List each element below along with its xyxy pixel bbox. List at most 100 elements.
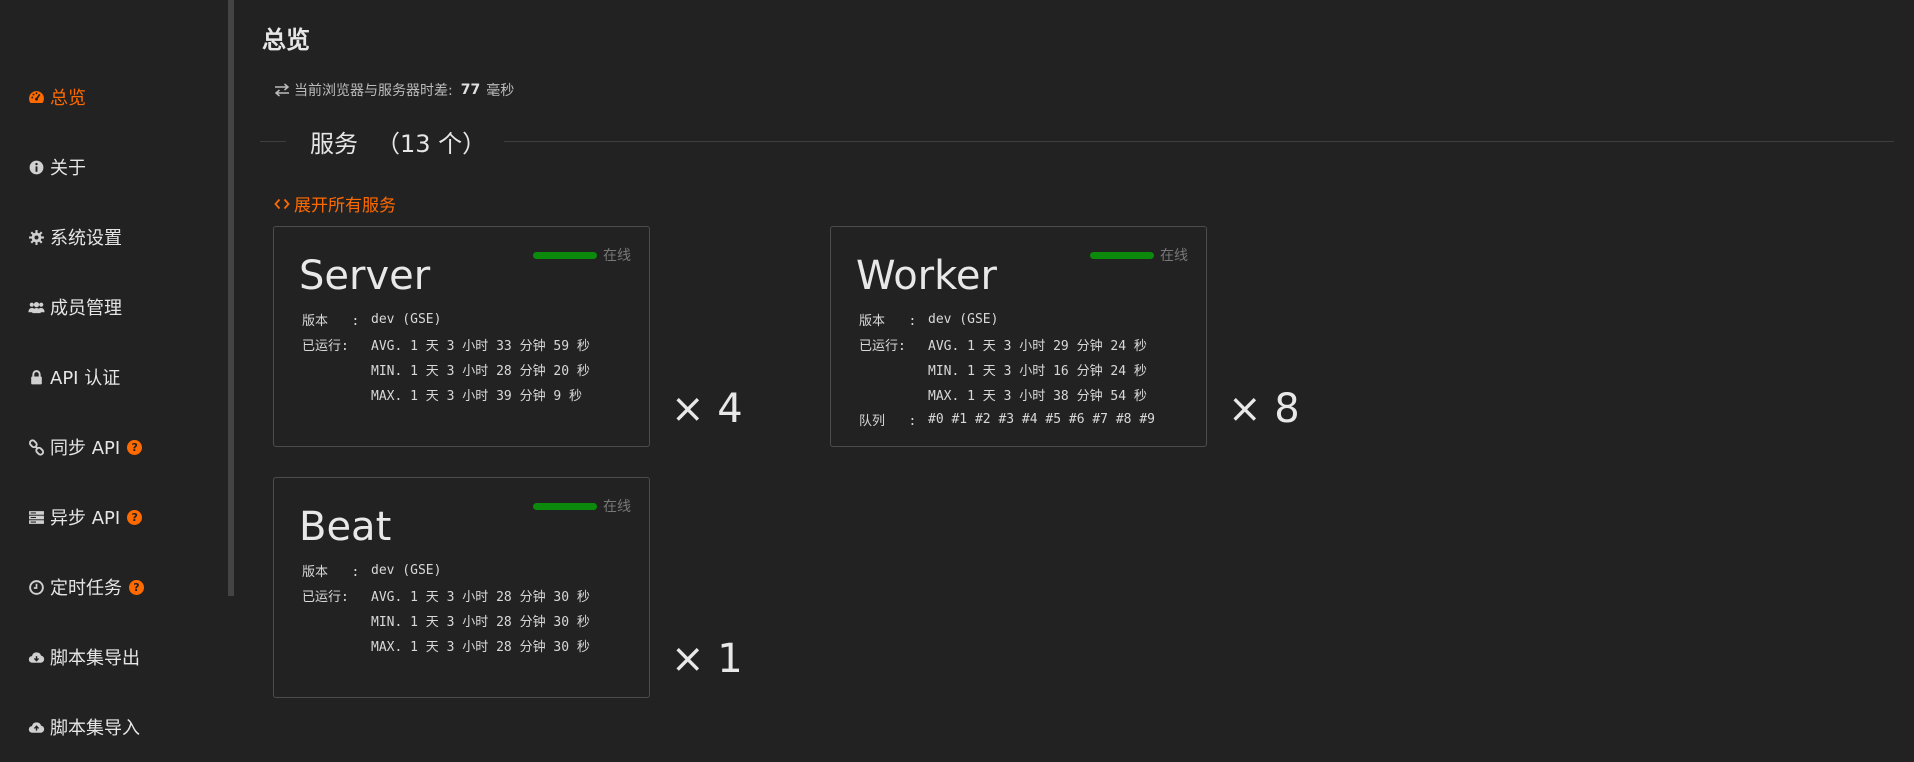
uptime-max: MAX. 1 天 3 小时 38 分钟 54 秒 [928,389,1147,404]
sidebar-item-cron-jobs[interactable]: 定时任务 ? [26,552,144,622]
colon: : [908,314,917,329]
sidebar-item-label: 定时任务 [50,578,122,599]
server-icon [26,507,46,527]
help-icon[interactable]: ? [127,509,143,525]
sidebar-item-members[interactable]: 成员管理 [26,272,144,342]
uptime-min: MIN. 1 天 3 小时 16 分钟 24 秒 [928,364,1147,379]
sidebar-nav: 总览 关于 系统设置 成员管理 API 认证 同步 API ? 异步 API ?… [26,62,144,762]
cloud-download-icon [26,647,46,667]
sidebar-item-label: 脚本集导入 [50,718,140,739]
help-icon[interactable]: ? [127,439,143,455]
section-title: 服务 （13 个） [310,124,486,159]
expand-all-services-link[interactable]: 展开所有服务 [274,191,396,216]
uptime-avg: AVG. 1 天 3 小时 29 分钟 24 秒 [928,339,1147,354]
time-diff: 当前浏览器与服务器时差: 77 毫秒 [274,80,514,100]
sidebar-item-label: 系统设置 [50,228,122,249]
service-card-beat: 在线 Beat 版本 : dev (GSE) 已运行: AVG. 1 天 3 小时 … [273,477,650,698]
uptime-min: MIN. 1 天 3 小时 28 分钟 30 秒 [371,615,590,630]
sidebar-item-overview[interactable]: 总览 [26,62,144,132]
uptime-avg: AVG. 1 天 3 小时 28 分钟 30 秒 [371,590,590,605]
status-label: 在线 [603,499,631,515]
uptime-avg: AVG. 1 天 3 小时 33 分钟 59 秒 [371,339,590,354]
time-diff-value: 77 [460,82,481,98]
expand-all-label: 展开所有服务 [294,196,396,216]
sidebar-item-async-api[interactable]: 异步 API ? [26,482,144,552]
sidebar-item-label: 同步 API [50,438,121,459]
uptime-label: 已运行 [859,339,899,354]
version-label: 版本 [302,565,329,580]
service-name: Worker [856,253,997,299]
queue-list: #0 #1 #2 #3 #4 #5 #6 #7 #8 #9 [928,412,1155,427]
lock-icon [26,367,46,387]
main-content: 总览 当前浏览器与服务器时差: 77 毫秒 服务 （13 个） 展开所有服务 在线… [260,0,1900,726]
colon: : [908,414,917,429]
page-title: 总览 [262,26,310,54]
uptime-label: 已运行 [302,590,342,605]
clock-icon [26,577,46,597]
link-icon [26,437,46,457]
info-icon [26,157,46,177]
service-info: 版本 : dev (GSE) 已运行: AVG. 1 天 3 小时 33 分钟 59… [302,307,590,407]
colon: : [898,339,906,354]
service-name: Server [299,253,431,299]
service-multiplier: × 4 [671,386,743,432]
code-icon [274,198,290,209]
sidebar-item-sync-api[interactable]: 同步 API ? [26,412,144,482]
sidebar-item-label: 脚本集导出 [50,648,140,669]
sidebar-item-settings[interactable]: 系统设置 [26,202,144,272]
cloud-upload-icon [26,717,46,737]
status-bar [533,251,597,259]
sidebar-scrollbar[interactable] [228,0,234,596]
service-card-server: 在线 Server 版本 : dev (GSE) 已运行: AVG. 1 天 3 小… [273,226,650,447]
dashboard-icon [26,87,46,107]
sidebar: 总览 关于 系统设置 成员管理 API 认证 同步 API ? 异步 API ?… [0,0,230,739]
section-count: （13 个） [376,130,487,158]
exchange-icon [274,83,290,97]
version-value: dev (GSE) [371,563,442,578]
version-value: dev (GSE) [928,312,999,327]
version-value: dev (GSE) [371,312,442,327]
sidebar-item-label: 成员管理 [50,298,122,319]
sidebar-item-about[interactable]: 关于 [26,132,144,202]
services-section-header: 服务 （13 个） [260,124,1894,160]
service-multiplier: × 8 [1228,386,1300,432]
version-label: 版本 [859,314,886,329]
queue-label: 队列 [859,414,886,429]
uptime-max: MAX. 1 天 3 小时 39 分钟 9 秒 [371,389,583,404]
status-label: 在线 [603,248,631,264]
sidebar-item-api-auth[interactable]: API 认证 [26,342,144,412]
divider [504,141,1894,142]
sidebar-item-label: 总览 [50,88,86,109]
uptime-max: MAX. 1 天 3 小时 28 分钟 30 秒 [371,640,590,655]
sidebar-item-label: API 认证 [50,368,121,389]
status-bar [1090,251,1154,259]
service-multiplier: × 1 [671,636,743,682]
status-indicator: 在线 [533,245,631,265]
help-icon[interactable]: ? [129,579,144,595]
section-title-label: 服务 [310,130,358,158]
service-info: 版本 : dev (GSE) 已运行: AVG. 1 天 3 小时 28 分钟 30… [302,558,590,658]
colon: : [351,314,360,329]
users-icon [26,297,46,317]
status-indicator: 在线 [1090,245,1188,265]
gear-icon [26,227,46,247]
uptime-min: MIN. 1 天 3 小时 28 分钟 20 秒 [371,364,590,379]
service-name: Beat [299,504,392,550]
sidebar-item-import[interactable]: 脚本集导入 [26,692,144,762]
status-indicator: 在线 [533,496,631,516]
sidebar-item-export[interactable]: 脚本集导出 [26,622,144,692]
time-diff-label: 当前浏览器与服务器时差: [294,83,453,99]
time-diff-unit: 毫秒 [486,83,515,99]
colon: : [341,339,349,354]
sidebar-item-label: 异步 API [50,508,121,529]
status-bar [533,502,597,510]
divider [260,141,286,142]
uptime-label: 已运行 [302,339,342,354]
colon: : [341,590,349,605]
version-label: 版本 [302,314,329,329]
service-card-worker: 在线 Worker 版本 : dev (GSE) 已运行: AVG. 1 天 3 小… [830,226,1207,447]
status-label: 在线 [1160,248,1188,264]
sidebar-item-label: 关于 [50,158,86,179]
colon: : [351,565,360,580]
service-info: 版本 : dev (GSE) 已运行: AVG. 1 天 3 小时 29 分钟 24… [859,307,1155,432]
